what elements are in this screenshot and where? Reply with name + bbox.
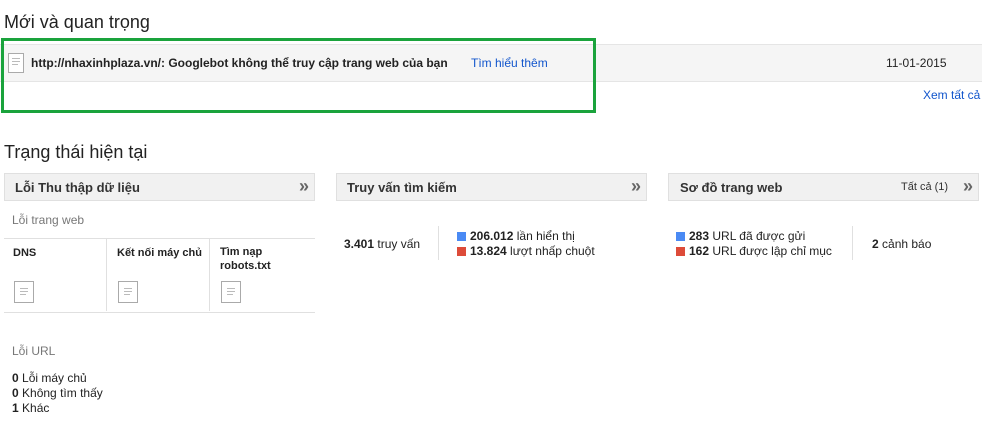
indexed-swatch	[676, 247, 685, 257]
sitemaps-title: Sơ đồ trang web	[680, 180, 783, 195]
divider	[438, 226, 439, 260]
url-error-item[interactable]: 1 Khác	[12, 401, 103, 416]
double-chevron-right-icon[interactable]: »	[299, 176, 309, 197]
crawl-errors-title: Lỗi Thu thập dữ liệu	[15, 180, 140, 195]
crawl-errors-header[interactable]: Lỗi Thu thập dữ liệu »	[4, 173, 315, 201]
server-connection-label: Kết nối máy chủ	[117, 247, 202, 259]
double-chevron-right-icon[interactable]: »	[631, 176, 641, 197]
sitemaps-header[interactable]: Sơ đồ trang web Tất cả (1) »	[668, 173, 979, 201]
sitemaps-all-link[interactable]: Tất cả (1)	[901, 181, 948, 193]
search-queries-header[interactable]: Truy vấn tìm kiếm »	[336, 173, 647, 201]
url-error-item[interactable]: 0 Lỗi máy chủ	[12, 371, 103, 386]
sitemaps-legend: 283 URL đã được gửi 162 URL được lập chỉ…	[676, 229, 832, 259]
site-errors-label: Lỗi trang web	[12, 213, 85, 227]
document-icon	[221, 281, 241, 303]
warnings-summary[interactable]: 2 cảnh báo	[872, 237, 931, 251]
indexed-row: 162 URL được lập chỉ mục	[676, 244, 832, 259]
highlight-box	[1, 38, 596, 113]
notice-date: 11-01-2015	[886, 56, 947, 70]
server-connection-cell[interactable]: Kết nối máy chủ	[107, 239, 210, 311]
clicks-swatch	[457, 247, 466, 257]
double-chevron-right-icon[interactable]: »	[963, 176, 973, 197]
robots-txt-label: Tìm nạp robots.txt	[220, 246, 271, 272]
url-error-item[interactable]: 0 Không tìm thấy	[12, 386, 103, 401]
submitted-row: 283 URL đã được gửi	[676, 229, 832, 244]
see-all-link[interactable]: Xem tất cả	[923, 88, 980, 102]
robots-txt-cell[interactable]: Tìm nạp robots.txt	[210, 239, 315, 311]
queries-legend: 206.012 lần hiển thị 13.824 lượt nhấp ch…	[457, 229, 595, 259]
impressions-row: 206.012 lần hiển thị	[457, 229, 595, 244]
site-errors-grid: DNS Kết nối máy chủ Tìm nạp robots.txt	[4, 238, 315, 313]
dns-cell[interactable]: DNS	[4, 239, 107, 311]
dns-label: DNS	[13, 247, 37, 259]
clicks-row: 13.824 lượt nhấp chuột	[457, 244, 595, 259]
impressions-swatch	[457, 232, 466, 242]
queries-summary: 3.401 truy vấn	[344, 237, 421, 251]
document-icon	[14, 281, 34, 303]
new-important-title: Mới và quan trọng	[4, 12, 150, 32]
divider	[852, 226, 853, 260]
url-errors-list: 0 Lỗi máy chủ 0 Không tìm thấy 1 Khác	[12, 371, 103, 416]
current-status-title: Trạng thái hiện tại	[4, 142, 148, 162]
search-queries-title: Truy vấn tìm kiếm	[347, 180, 457, 195]
url-errors-label: Lỗi URL	[12, 344, 56, 358]
submitted-swatch	[676, 232, 685, 242]
document-icon	[118, 281, 138, 303]
